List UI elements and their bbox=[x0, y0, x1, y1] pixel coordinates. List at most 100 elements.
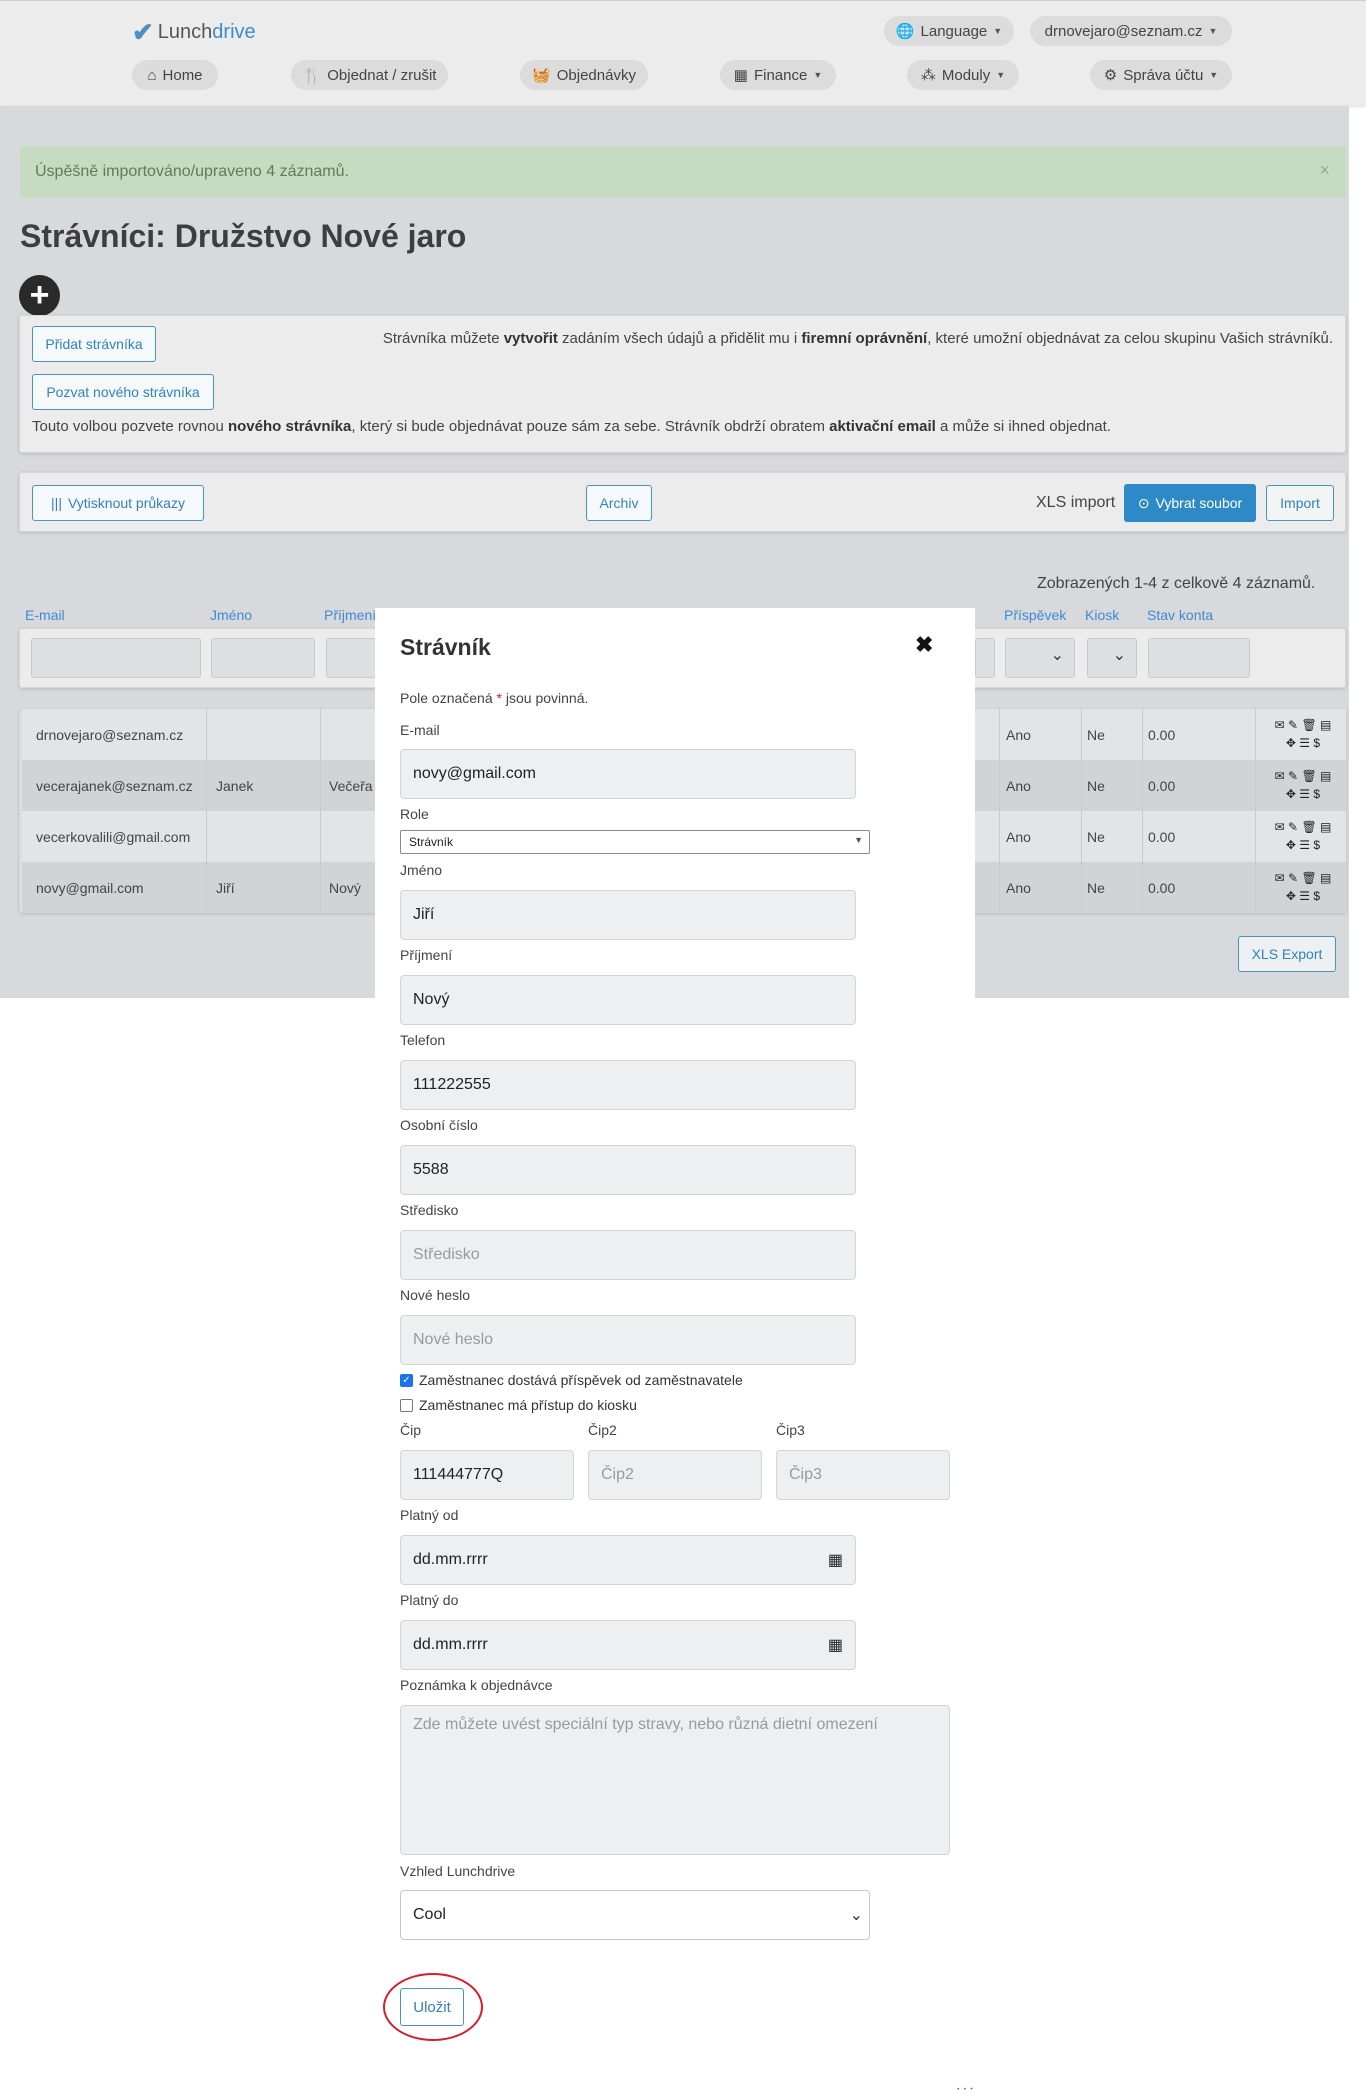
add-diner-panel: Přidat strávníka Strávníka můžete vytvoř… bbox=[19, 315, 1346, 453]
close-icon[interactable]: ✖ bbox=[915, 632, 933, 658]
valid-from-field[interactable]: dd.mm.rrrr ▦ bbox=[400, 1535, 856, 1585]
nav-order[interactable]: 🍴 Objednat / zrušit bbox=[291, 60, 448, 90]
column-header-first-name[interactable]: Jméno bbox=[210, 607, 252, 623]
kiosk-checkbox[interactable]: Zaměstnanec má přístup do kiosku bbox=[400, 1397, 637, 1413]
calendar-icon[interactable]: ▦ bbox=[828, 1635, 843, 1655]
last-name-filter-input[interactable] bbox=[326, 638, 376, 678]
checkbox-unchecked-icon[interactable] bbox=[400, 1398, 413, 1412]
theme-select[interactable]: Cool ⌄ bbox=[400, 1890, 870, 1940]
column-header-last-name[interactable]: Příjmení bbox=[324, 607, 376, 623]
nav-orders[interactable]: 🧺 Objednávky bbox=[520, 60, 648, 90]
theme-label: Vzhled Lunchdrive bbox=[400, 1863, 516, 1879]
dollar-icon[interactable]: $ bbox=[1313, 889, 1320, 903]
list-icon[interactable]: ▤ bbox=[1320, 871, 1331, 885]
edit-icon[interactable]: ✎ bbox=[1288, 871, 1298, 885]
column-header-balance[interactable]: Stav konta bbox=[1147, 607, 1213, 623]
list-icon[interactable]: ▤ bbox=[1320, 820, 1331, 834]
phone-field[interactable]: 111222555 bbox=[400, 1060, 856, 1110]
dollar-icon[interactable]: $ bbox=[1313, 838, 1320, 852]
edit-icon[interactable]: ✎ bbox=[1288, 769, 1298, 783]
invite-diner-button[interactable]: Pozvat nového strávníka bbox=[32, 374, 214, 410]
mail-icon[interactable]: ✉ bbox=[1275, 871, 1285, 885]
resize-handle-icon[interactable]: ⋰ bbox=[954, 2078, 976, 2099]
personal-number-label: Osobní číslo bbox=[400, 1117, 478, 1133]
cell-kiosk: Ne bbox=[1087, 777, 1105, 794]
card-icon[interactable]: ☰ bbox=[1299, 889, 1310, 903]
mail-icon[interactable]: ✉ bbox=[1275, 820, 1285, 834]
edit-icon[interactable]: ✎ bbox=[1288, 718, 1298, 732]
cell-balance: 0.00 bbox=[1148, 777, 1176, 794]
kiosk-filter-select[interactable] bbox=[1087, 638, 1137, 678]
list-icon[interactable]: ▤ bbox=[1320, 718, 1331, 732]
plus-circle-icon[interactable]: + bbox=[19, 275, 60, 316]
user-dropdown[interactable]: drnovejaro@seznam.cz ▼ bbox=[1030, 16, 1232, 46]
first-name-filter-input[interactable] bbox=[211, 638, 315, 678]
mail-icon[interactable]: ✉ bbox=[1275, 718, 1285, 732]
personal-number-field[interactable]: 5588 bbox=[400, 1145, 856, 1195]
chip-field[interactable]: 111444777Q bbox=[400, 1450, 574, 1500]
archive-button[interactable]: Archiv bbox=[586, 485, 652, 521]
delete-icon[interactable]: 🗑 bbox=[1301, 820, 1316, 834]
delete-icon[interactable]: 🗑 bbox=[1301, 871, 1316, 885]
new-password-field[interactable]: Nové heslo bbox=[400, 1315, 856, 1365]
chip2-field[interactable]: Čip2 bbox=[588, 1450, 762, 1500]
move-icon[interactable]: ✥ bbox=[1286, 736, 1296, 750]
hidden-column-filter-input[interactable] bbox=[975, 638, 995, 678]
xls-import-label: XLS import bbox=[1036, 494, 1116, 511]
print-cards-button[interactable]: ||| Vytisknout průkazy bbox=[32, 485, 204, 521]
card-icon[interactable]: ☰ bbox=[1299, 736, 1310, 750]
add-diner-description: Strávníka můžete vytvořit zadáním všech … bbox=[382, 330, 1333, 347]
add-diner-button[interactable]: Přidat strávníka bbox=[32, 326, 156, 362]
order-note-label: Poznámka k objednávce bbox=[400, 1677, 553, 1693]
save-button[interactable]: Uložit bbox=[400, 1988, 464, 2026]
first-name-field[interactable]: Jiří bbox=[400, 890, 856, 940]
center-field[interactable]: Středisko bbox=[400, 1230, 856, 1280]
cutlery-icon: 🍴 bbox=[302, 67, 322, 84]
list-icon[interactable]: ▤ bbox=[1320, 769, 1331, 783]
nav-account[interactable]: ⚙ Správa účtu ▼ bbox=[1090, 60, 1232, 90]
nav-home[interactable]: ⌂ Home bbox=[132, 60, 218, 90]
nav-modules[interactable]: ⁂ Moduly ▼ bbox=[907, 60, 1019, 90]
delete-icon[interactable]: 🗑 bbox=[1301, 769, 1316, 783]
invite-diner-description: Touto volbou pozvete rovnou nového stráv… bbox=[32, 418, 1111, 435]
balance-filter-input[interactable] bbox=[1148, 638, 1250, 678]
valid-to-label: Platný do bbox=[400, 1592, 459, 1608]
valid-to-field[interactable]: dd.mm.rrrr ▦ bbox=[400, 1620, 856, 1670]
email-filter-input[interactable] bbox=[31, 638, 201, 678]
cell-balance: 0.00 bbox=[1148, 879, 1176, 896]
column-header-contribution[interactable]: Příspěvek bbox=[1004, 607, 1066, 623]
cell-email: drnovejaro@seznam.cz bbox=[36, 726, 184, 743]
chip3-field[interactable]: Čip3 bbox=[776, 1450, 950, 1500]
nav-finance[interactable]: ▦ Finance ▼ bbox=[720, 60, 836, 90]
cell-email: vecerkovalili@gmail.com bbox=[36, 828, 191, 845]
move-icon[interactable]: ✥ bbox=[1286, 889, 1296, 903]
xls-export-button[interactable]: XLS Export bbox=[1238, 936, 1336, 972]
role-select[interactable]: Strávník ▼ bbox=[400, 830, 870, 854]
last-name-field[interactable]: Nový bbox=[400, 975, 856, 1025]
move-icon[interactable]: ✥ bbox=[1286, 787, 1296, 801]
mail-icon[interactable]: ✉ bbox=[1275, 769, 1285, 783]
contribution-filter-select[interactable] bbox=[1005, 638, 1075, 678]
dollar-icon[interactable]: $ bbox=[1313, 736, 1320, 750]
column-header-email[interactable]: E-mail bbox=[25, 607, 65, 623]
close-icon[interactable]: × bbox=[1319, 160, 1330, 181]
row-actions: ✉ ✎ 🗑 ▤ ✥ ☰ $ bbox=[1263, 767, 1343, 803]
import-button[interactable]: Import bbox=[1266, 485, 1334, 521]
checkbox-checked-icon[interactable]: ✓ bbox=[400, 1373, 413, 1387]
calendar-icon[interactable]: ▦ bbox=[828, 1550, 843, 1570]
logo[interactable]: ✔ Lunchdrive bbox=[132, 19, 256, 45]
order-note-textarea[interactable]: Zde můžete uvést speciální typ stravy, n… bbox=[400, 1705, 950, 1855]
email-field[interactable]: novy@gmail.com bbox=[400, 749, 856, 799]
delete-icon[interactable]: 🗑 bbox=[1301, 718, 1316, 732]
column-header-kiosk[interactable]: Kiosk bbox=[1085, 607, 1119, 623]
move-icon[interactable]: ✥ bbox=[1286, 838, 1296, 852]
dollar-icon[interactable]: $ bbox=[1313, 787, 1320, 801]
contribution-checkbox[interactable]: ✓ Zaměstnanec dostává příspěvek od zaměs… bbox=[400, 1372, 743, 1388]
language-dropdown[interactable]: 🌐 Language ▼ bbox=[884, 16, 1014, 46]
choose-file-button[interactable]: ⊙ Vybrat soubor bbox=[1124, 484, 1256, 522]
edit-icon[interactable]: ✎ bbox=[1288, 820, 1298, 834]
card-icon[interactable]: ☰ bbox=[1299, 838, 1310, 852]
card-icon[interactable]: ☰ bbox=[1299, 787, 1310, 801]
cash-register-icon: ▦ bbox=[733, 67, 748, 84]
first-name-label: Jméno bbox=[400, 862, 443, 878]
